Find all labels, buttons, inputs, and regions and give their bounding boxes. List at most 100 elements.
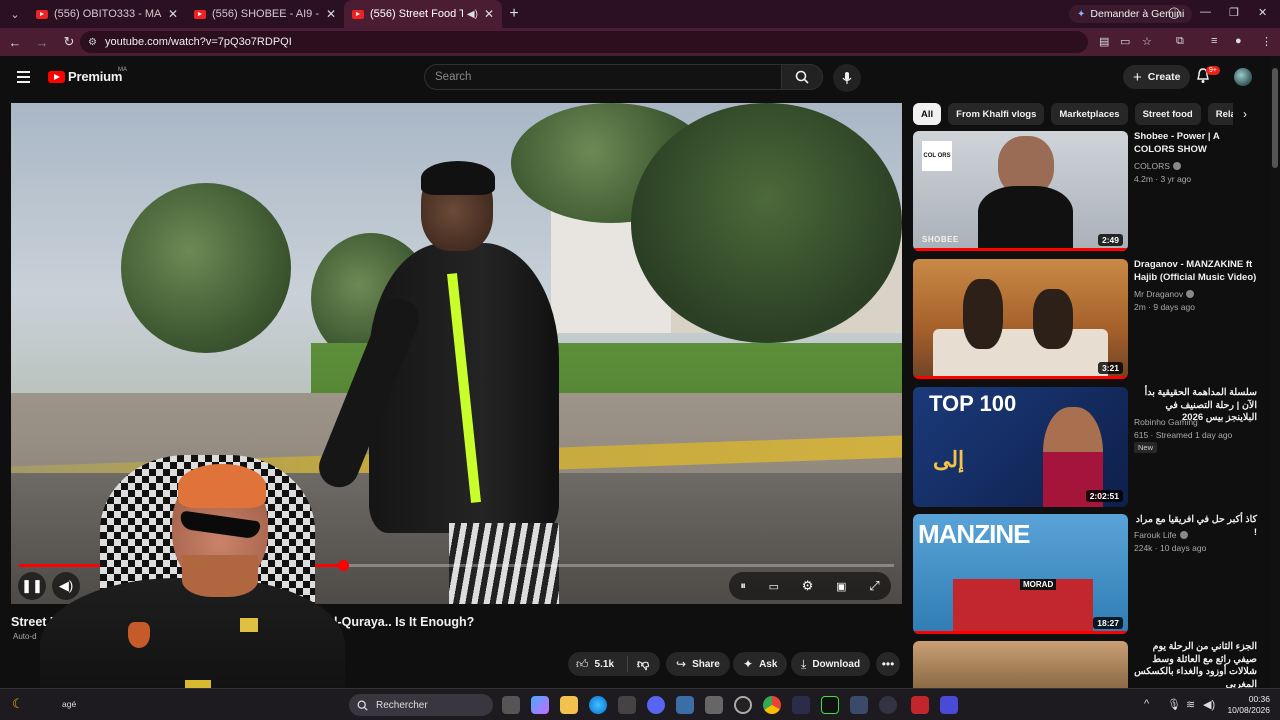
obs-icon[interactable] xyxy=(734,696,752,714)
minimize-icon[interactable]: — xyxy=(1200,6,1211,18)
chip-all[interactable]: All xyxy=(913,103,942,125)
close-window-icon[interactable]: ✕ xyxy=(1258,6,1267,19)
new-tab-button[interactable]: + xyxy=(502,5,526,23)
back-icon[interactable]: ← xyxy=(3,35,27,50)
youtube-premium-logo[interactable]: Premium MA xyxy=(48,67,127,84)
game-icon[interactable] xyxy=(792,696,810,714)
app-icon[interactable] xyxy=(940,696,958,714)
menu-icon[interactable] xyxy=(17,71,30,86)
video-frame-tree xyxy=(121,183,291,353)
fullscreen-icon[interactable]: ⤢ xyxy=(869,578,879,594)
video-thumbnail[interactable] xyxy=(913,641,1128,688)
translate-icon[interactable]: ▤ xyxy=(1099,35,1109,48)
forward-icon[interactable]: → xyxy=(30,35,54,50)
create-button[interactable]: + Create xyxy=(1123,65,1191,89)
gemini-sparkle-icon: ✦ xyxy=(1077,8,1086,20)
app-icon[interactable] xyxy=(705,696,723,714)
copilot-icon[interactable] xyxy=(531,696,549,714)
chrome-icon[interactable] xyxy=(763,696,781,714)
taskbar-search[interactable]: Rechercher xyxy=(349,694,493,716)
like-button[interactable]: 👍︎ 5.1k xyxy=(568,656,628,672)
browser-tab-3-active[interactable]: (556) Street Food Tour | A F... ◀) ✕ xyxy=(344,0,502,28)
discord-icon[interactable] xyxy=(647,696,665,714)
profile-avatar-icon[interactable]: ● xyxy=(1235,35,1242,47)
task-view-icon[interactable] xyxy=(502,696,520,714)
rec-title[interactable]: الجزء الثاني من الرحلة يوم صيفي رائع مع … xyxy=(1134,641,1257,688)
maximize-icon[interactable]: ❐ xyxy=(1229,6,1239,19)
download-button[interactable]: ⤓ Download xyxy=(791,652,871,676)
close-tab-icon[interactable]: ✕ xyxy=(326,7,336,21)
media-controls-icon[interactable]: ≡ xyxy=(1211,35,1217,47)
microphone-icon xyxy=(842,72,852,84)
tab-search-chevron-icon[interactable]: ⌄ xyxy=(2,3,28,25)
bookmark-star-icon[interactable]: ☆ xyxy=(1142,35,1152,48)
browser-tab-1[interactable]: (556) OBITO333 - MACHI CRIPS ✕ xyxy=(28,0,186,28)
search-input[interactable]: Search xyxy=(424,64,782,90)
chip-from-khalfi-vlogs[interactable]: From Khalfi vlogs xyxy=(948,103,1045,125)
rec-channel[interactable]: Farouk Life xyxy=(1134,530,1188,540)
address-bar[interactable]: ⚙ youtube.com/watch?v=7pQ3o7RDPQI xyxy=(80,31,1088,53)
app-icon[interactable] xyxy=(821,696,839,714)
colors-logo: COL ORS xyxy=(922,141,952,171)
tray-chevron-icon[interactable]: ^ xyxy=(1144,698,1149,710)
tab-title: (556) Street Food Tour | A F... xyxy=(370,8,463,20)
volume-tray-icon[interactable]: ◀) xyxy=(1203,698,1215,711)
file-explorer-icon[interactable] xyxy=(560,696,578,714)
cast-icon[interactable]: ▭ xyxy=(1120,35,1130,48)
windows-taskbar: ☾ agé Rechercher ^ 🎙︎ ≋ ◀) 00:36 10/08/2… xyxy=(0,688,1280,720)
chrome-menu-icon[interactable]: ⋮ xyxy=(1261,35,1272,48)
recommendation-item[interactable]: الجزء الثاني من الرحلة يوم صيفي رائع مع … xyxy=(913,641,1257,688)
taskbar-clock[interactable]: 00:36 10/08/2026 xyxy=(1220,694,1270,716)
speaker-icon[interactable]: ◀) xyxy=(467,9,478,20)
recommendation-item[interactable]: 3:21 Draganov - MANZAKINE ft Hajib (Offi… xyxy=(913,259,1257,379)
browser-toolbar: ← → ↻ ⚙ youtube.com/watch?v=7pQ3o7RDPQI xyxy=(0,28,1280,56)
close-tab-icon[interactable]: ✕ xyxy=(168,7,178,21)
weather-moon-icon[interactable]: ☾ xyxy=(12,696,24,712)
rec-channel[interactable]: COLORS xyxy=(1134,161,1181,171)
video-thumbnail[interactable]: COL ORS SHOBEE 2:49 xyxy=(913,131,1128,251)
scrollbar-thumb[interactable] xyxy=(1272,68,1278,168)
app-icon[interactable] xyxy=(850,696,868,714)
subtitles-icon[interactable]: ▭ xyxy=(769,580,779,593)
settings-gear-icon[interactable]: ⚙ xyxy=(802,578,814,594)
rec-channel[interactable]: Mr Draganov xyxy=(1134,289,1195,299)
autoplay-toggle-icon[interactable]: ⏸ xyxy=(740,580,746,593)
page-scrollbar[interactable] xyxy=(1270,56,1280,688)
ask-button[interactable]: ✦ Ask xyxy=(733,652,788,676)
share-button[interactable]: ↪ Share xyxy=(666,652,730,676)
thumbs-down-icon[interactable]: 👎︎ xyxy=(637,657,649,672)
chip-scroll-right-icon[interactable]: › xyxy=(1233,103,1257,125)
chip-street-food[interactable]: Street food xyxy=(1134,103,1201,125)
app-icon[interactable] xyxy=(676,696,694,714)
video-thumbnail[interactable]: MANZINE MORAD 18:27 xyxy=(913,514,1128,634)
video-thumbnail[interactable]: TOP 100 إلى 2:02:51 xyxy=(913,387,1128,507)
rec-channel[interactable]: Robinho Gaming xyxy=(1134,417,1198,427)
browser-tab-2[interactable]: (556) SHOBEE - AI9 - YouTube ✕ xyxy=(186,0,344,28)
rec-title[interactable]: Draganov - MANZAKINE ft Hajib (Official … xyxy=(1134,259,1257,284)
rec-title[interactable]: Shobee - Power | A COLORS SHOW xyxy=(1134,131,1257,156)
close-tab-icon[interactable]: ✕ xyxy=(484,7,494,21)
wifi-icon[interactable]: ≋ xyxy=(1186,698,1195,711)
voice-search-button[interactable] xyxy=(833,64,861,92)
store-icon[interactable] xyxy=(618,696,636,714)
recommendation-item[interactable]: TOP 100 إلى 2:02:51 سلسلة المداهمة الحقي… xyxy=(913,387,1257,507)
recommendation-item[interactable]: MANZINE MORAD 18:27 كاذ أكبر حل في افريق… xyxy=(913,514,1257,634)
extensions-icon[interactable]: ⧉ xyxy=(1176,35,1184,48)
theater-mode-icon[interactable]: ▣ xyxy=(836,580,846,593)
reload-icon[interactable]: ↻ xyxy=(57,34,81,50)
account-avatar[interactable] xyxy=(1234,68,1252,86)
app-icon[interactable] xyxy=(911,696,929,714)
ask-label: Ask xyxy=(759,658,778,670)
chip-marketplaces[interactable]: Marketplaces xyxy=(1051,103,1128,125)
recommendation-item[interactable]: COL ORS SHOBEE 2:49 Shobee - Power | A C… xyxy=(913,131,1257,251)
site-info-icon[interactable]: ⚙ xyxy=(88,37,97,48)
tray-mic-icon[interactable]: 🎙︎ xyxy=(1167,698,1181,711)
more-actions-button[interactable]: ••• xyxy=(876,652,900,676)
video-thumbnail[interactable]: 3:21 xyxy=(913,259,1128,379)
rec-meta: 4.2m · 3 yr ago xyxy=(1134,174,1192,184)
app-icon[interactable] xyxy=(879,696,897,714)
logo-text: Premium xyxy=(68,69,123,84)
edge-icon[interactable] xyxy=(589,696,607,714)
search-button[interactable] xyxy=(781,64,823,90)
profile-icon[interactable]: ◯ xyxy=(1168,6,1180,19)
